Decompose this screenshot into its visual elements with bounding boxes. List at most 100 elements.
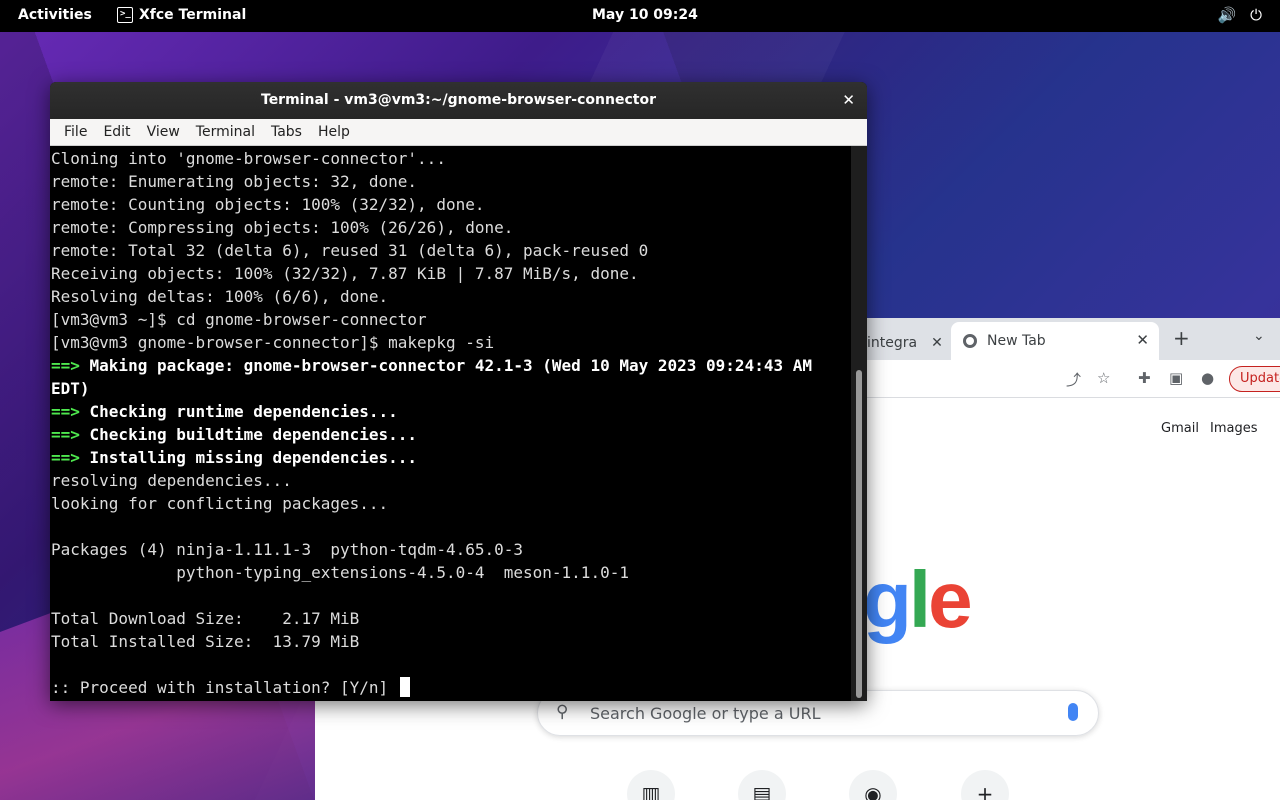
- terminal-line-text: remote: Enumerating objects: 32, done.: [51, 172, 418, 191]
- terminal-line-text: looking for conflicting packages...: [51, 494, 389, 513]
- plus-icon: +: [976, 782, 994, 800]
- browser-tab-new-tab[interactable]: New Tab ✕: [951, 322, 1159, 360]
- prompt-arrow: ==>: [51, 356, 90, 375]
- terminal-line-text: Total Download Size: 2.17 MiB: [51, 609, 360, 628]
- terminal-line: Total Download Size: 2.17 MiB: [51, 607, 851, 630]
- search-input[interactable]: Search Google or type a URL: [590, 704, 820, 723]
- terminal-line: [vm3@vm3 ~]$ cd gnome-browser-connector: [51, 308, 851, 331]
- prompt-arrow: ==>: [51, 448, 90, 467]
- terminal-window: Terminal - vm3@vm3:~/gnome-browser-conne…: [50, 82, 867, 701]
- terminal-output[interactable]: Cloning into 'gnome-browser-connector'..…: [50, 146, 851, 701]
- menu-help[interactable]: Help: [312, 124, 356, 140]
- terminal-line-text: Installing missing dependencies...: [89, 448, 418, 467]
- terminal-line-text: [vm3@vm3 ~]$ cd gnome-browser-connector: [51, 310, 427, 329]
- terminal-line: Packages (4) ninja-1.11.1-3 python-tqdm-…: [51, 538, 851, 561]
- terminal-line: remote: Total 32 (delta 6), reused 31 (d…: [51, 239, 851, 262]
- menu-tabs[interactable]: Tabs: [265, 124, 308, 140]
- terminal-line: ==> Checking runtime dependencies...: [51, 400, 851, 423]
- volume-icon[interactable]: 🔊: [1217, 6, 1236, 24]
- terminal-line-text: Total Installed Size: 13.79 MiB: [51, 632, 360, 651]
- chevron-down-icon[interactable]: ⌄: [1253, 328, 1265, 344]
- menu-edit[interactable]: Edit: [97, 124, 136, 140]
- terminal-line: remote: Compressing objects: 100% (26/26…: [51, 216, 851, 239]
- terminal-line: remote: Counting objects: 100% (32/32), …: [51, 193, 851, 216]
- trash-icon: ▥: [641, 782, 661, 800]
- power-icon[interactable]: ⏻: [1250, 6, 1262, 24]
- images-link[interactable]: Images: [1210, 421, 1258, 436]
- shortcut-tile[interactable]: ▤: [738, 770, 786, 800]
- tab-label: integra: [867, 335, 918, 351]
- terminal-line-text: remote: Total 32 (delta 6), reused 31 (d…: [51, 241, 649, 260]
- shortcut-tile[interactable]: ◉: [849, 770, 897, 800]
- terminal-line: EDT): [51, 377, 851, 400]
- terminal-prompt-line[interactable]: :: Proceed with installation? [Y/n]: [51, 676, 851, 699]
- terminal-line-text: Receiving objects: 100% (32/32), 7.87 Ki…: [51, 264, 639, 283]
- prompt-arrow: ==>: [51, 402, 90, 421]
- terminal-line-text: Checking buildtime dependencies...: [89, 425, 418, 444]
- terminal-line-text: EDT): [51, 379, 90, 398]
- microphone-icon[interactable]: [1068, 703, 1078, 721]
- terminal-prompt: :: Proceed with installation? [Y/n]: [51, 678, 398, 697]
- terminal-menubar: File Edit View Terminal Tabs Help: [50, 119, 867, 146]
- menu-view[interactable]: View: [141, 124, 186, 140]
- gmail-link[interactable]: Gmail: [1161, 421, 1199, 436]
- terminal-line: [vm3@vm3 gnome-browser-connector]$ makep…: [51, 331, 851, 354]
- terminal-line-text: Checking runtime dependencies...: [89, 402, 398, 421]
- terminal-scrollbar[interactable]: [851, 146, 867, 701]
- new-tab-button[interactable]: +: [1173, 326, 1190, 350]
- chrome-icon: ◉: [864, 782, 882, 800]
- terminal-line-text: Making package: gnome-browser-connector …: [89, 356, 812, 375]
- close-icon[interactable]: ✕: [842, 82, 855, 119]
- profile-icon[interactable]: ●: [1201, 369, 1214, 387]
- chrome-icon: [963, 334, 977, 348]
- terminal-line: ==> Checking buildtime dependencies...: [51, 423, 851, 446]
- extensions-icon[interactable]: ✚: [1138, 369, 1151, 387]
- terminal-line-text: Resolving deltas: 100% (6/6), done.: [51, 287, 389, 306]
- terminal-line-text: python-typing_extensions-4.5.0-4 meson-1…: [51, 563, 629, 582]
- browser-tab-previous[interactable]: integra ✕: [867, 326, 947, 360]
- tab-label: New Tab: [987, 333, 1046, 349]
- app-menu-label: Xfce Terminal: [139, 7, 247, 23]
- add-shortcut-button[interactable]: +: [961, 770, 1009, 800]
- share-icon[interactable]: ⤴: [1066, 369, 1081, 390]
- prompt-arrow: ==>: [51, 425, 90, 444]
- scrollbar-thumb[interactable]: [856, 370, 862, 698]
- menu-file[interactable]: File: [58, 124, 93, 140]
- text-cursor: [399, 677, 410, 697]
- terminal-line-text: [vm3@vm3 gnome-browser-connector]$ makep…: [51, 333, 495, 352]
- update-button[interactable]: Update: [1229, 366, 1280, 392]
- shortcut-tile[interactable]: ▥: [627, 770, 675, 800]
- close-icon[interactable]: ✕: [931, 335, 943, 351]
- system-tray[interactable]: 🔊 ⏻: [1217, 6, 1262, 24]
- app-menu[interactable]: >_ Xfce Terminal: [117, 7, 246, 23]
- terminal-line: ==> Installing missing dependencies...: [51, 446, 851, 469]
- star-icon[interactable]: ☆: [1097, 369, 1110, 387]
- terminal-line: Receiving objects: 100% (32/32), 7.87 Ki…: [51, 262, 851, 285]
- terminal-line-text: resolving dependencies...: [51, 471, 292, 490]
- clock[interactable]: May 10 09:24: [592, 7, 698, 23]
- terminal-line-text: Packages (4) ninja-1.11.1-3 python-tqdm-…: [51, 540, 524, 559]
- terminal-titlebar[interactable]: Terminal - vm3@vm3:~/gnome-browser-conne…: [50, 82, 867, 119]
- site-icon: ▤: [752, 782, 772, 800]
- terminal-line: resolving dependencies...: [51, 469, 851, 492]
- terminal-line: ==> Making package: gnome-browser-connec…: [51, 354, 851, 377]
- terminal-line: python-typing_extensions-4.5.0-4 meson-1…: [51, 561, 851, 584]
- google-logo: gle: [863, 555, 973, 644]
- terminal-line-text: remote: Compressing objects: 100% (26/26…: [51, 218, 514, 237]
- side-panel-icon[interactable]: ▣: [1169, 369, 1183, 387]
- close-icon[interactable]: ✕: [1136, 331, 1149, 349]
- terminal-line: looking for conflicting packages...: [51, 492, 851, 515]
- terminal-line-text: Cloning into 'gnome-browser-connector'..…: [51, 149, 446, 168]
- search-icon: ⚲: [556, 702, 569, 722]
- terminal-line: remote: Enumerating objects: 32, done.: [51, 170, 851, 193]
- terminal-line-text: remote: Counting objects: 100% (32/32), …: [51, 195, 485, 214]
- menu-terminal[interactable]: Terminal: [190, 124, 261, 140]
- terminal-app-icon: >_: [117, 7, 133, 23]
- terminal-line: Resolving deltas: 100% (6/6), done.: [51, 285, 851, 308]
- activities-button[interactable]: Activities: [18, 7, 92, 23]
- terminal-line: Cloning into 'gnome-browser-connector'..…: [51, 147, 851, 170]
- window-title: Terminal - vm3@vm3:~/gnome-browser-conne…: [261, 92, 656, 108]
